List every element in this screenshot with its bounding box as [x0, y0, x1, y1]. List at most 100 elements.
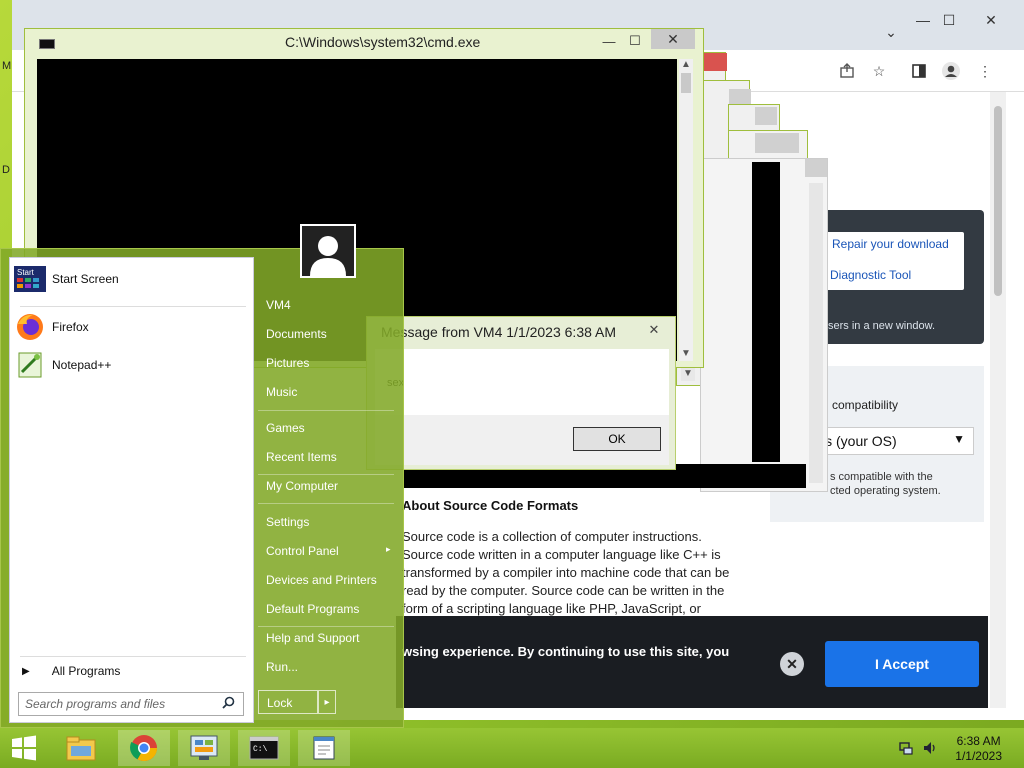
submenu-arrow-icon: ▸: [386, 544, 391, 554]
message-body: sex: [375, 349, 669, 415]
start-right-separator: [258, 503, 394, 504]
start-right-devices-printers[interactable]: Devices and Printers: [266, 573, 377, 587]
dropdown-arrow-icon: ▼: [953, 432, 965, 446]
cmd-minimize-button[interactable]: —: [597, 31, 621, 51]
start-right-run[interactable]: Run...: [266, 660, 298, 674]
svg-text:C:\: C:\: [253, 745, 268, 754]
cmd-maximize-button[interactable]: ☐: [623, 31, 647, 51]
cookie-close-button[interactable]: ✕: [780, 652, 804, 676]
start-item-label: Firefox: [52, 320, 89, 334]
article-heading: About Source Code Formats: [402, 498, 579, 513]
message-dialog-title: Message from VM4 1/1/2023 6:38 AM: [381, 324, 617, 340]
cmd-scrollbar[interactable]: ▲ ▼: [679, 59, 693, 361]
all-programs-button[interactable]: ▶ All Programs: [22, 664, 120, 678]
start-menu-left-pane: Start Start Screen Firefox Notepad++ ▶ A…: [9, 257, 254, 723]
cmd-scroll-thumb[interactable]: [681, 73, 691, 93]
tab-dropdown-icon[interactable]: ⌄: [876, 20, 906, 44]
message-close-button[interactable]: ✕: [641, 321, 667, 339]
start-right-separator: [258, 474, 394, 475]
start-search-input[interactable]: Search programs and files: [18, 692, 244, 716]
notepad-plus-plus-icon: [14, 349, 46, 381]
desktop-icon-label-d: D: [2, 164, 10, 176]
start-item-notepad-plus-plus[interactable]: Notepad++: [14, 348, 250, 382]
scroll-up-icon[interactable]: ▲: [681, 59, 691, 70]
ok-button[interactable]: OK: [573, 427, 661, 451]
start-separator: [20, 306, 246, 307]
firefox-icon: [14, 311, 46, 343]
star-icon[interactable]: ☆: [868, 60, 890, 82]
search-icon[interactable]: [222, 696, 235, 712]
file-explorer-icon[interactable]: [60, 730, 102, 766]
start-right-separator: [258, 410, 394, 411]
lock-button[interactable]: Lock: [258, 690, 318, 714]
cmd-taskbar-icon[interactable]: C:\: [238, 730, 290, 766]
profile-icon[interactable]: [940, 60, 962, 82]
compat-note: s compatible with the cted operating sys…: [830, 470, 941, 498]
lock-options-arrow[interactable]: ▸: [318, 690, 336, 714]
start-right-vm4[interactable]: VM4: [266, 298, 291, 312]
cmd-icon: [39, 39, 55, 49]
cmd-stack-close-strip[interactable]: [701, 53, 727, 71]
scroll-down-icon[interactable]: ▼: [683, 368, 693, 379]
message-footer: OK: [375, 415, 669, 465]
compat-note-line-1: s compatible with the: [830, 471, 933, 483]
cmd-stack-4-close[interactable]: [755, 133, 799, 153]
page-scroll-thumb[interactable]: [994, 106, 1002, 296]
windows-start-button[interactable]: [6, 730, 42, 766]
desktop-icon-label-m: M: [2, 60, 12, 72]
start-item-label: Notepad++: [52, 358, 112, 372]
volume-icon[interactable]: [922, 740, 938, 759]
start-right-music[interactable]: Music: [266, 385, 297, 399]
taskbar: C:\ 6:38 AM 1/1/2023: [0, 728, 1024, 768]
share-icon[interactable]: [836, 60, 858, 82]
os-select[interactable]: ws (your OS) ▼: [806, 427, 974, 455]
start-item-label: Start Screen: [52, 272, 119, 286]
start-right-pictures[interactable]: Pictures: [266, 356, 309, 370]
start-item-start-screen[interactable]: Start Start Screen: [14, 262, 250, 296]
network-icon[interactable]: [898, 740, 914, 759]
scroll-down-icon[interactable]: ▼: [681, 348, 691, 359]
sidepanel-icon[interactable]: [908, 60, 930, 82]
control-panel-icon[interactable]: [178, 730, 230, 766]
cmd-stack-black-column: [752, 162, 780, 462]
compat-note-line-2: cted operating system.: [830, 485, 941, 497]
all-programs-arrow-icon: ▶: [22, 665, 30, 677]
repair-download-link[interactable]: Repair your download: [832, 237, 949, 251]
browser-close-button[interactable]: ✕: [976, 8, 1006, 32]
system-clock[interactable]: 6:38 AM 1/1/2023: [955, 734, 1002, 764]
clock-time: 6:38 AM: [956, 734, 1001, 748]
cmd-stack-5-scrollbar[interactable]: [809, 183, 823, 483]
start-right-settings[interactable]: Settings: [266, 515, 309, 529]
article-body: Source code is a collection of computer …: [402, 529, 730, 616]
start-menu: Start Start Screen Firefox Notepad++ ▶ A…: [0, 248, 404, 728]
all-programs-label: All Programs: [51, 664, 121, 678]
page-scrollbar[interactable]: [990, 92, 1006, 708]
compat-title: compatibility: [832, 398, 899, 412]
cmd-stack-3-button[interactable]: [755, 107, 777, 125]
notepad-taskbar-icon[interactable]: [298, 730, 350, 766]
start-item-firefox[interactable]: Firefox: [14, 310, 250, 344]
chrome-icon[interactable]: [118, 730, 170, 766]
start-right-help-support[interactable]: Help and Support: [266, 631, 359, 645]
menu-icon[interactable]: ⋮: [974, 60, 996, 82]
user-avatar[interactable]: [300, 224, 356, 278]
start-right-my-computer[interactable]: My Computer: [266, 479, 338, 493]
start-screen-icon: Start: [14, 263, 46, 295]
accept-cookies-button[interactable]: I Accept: [825, 641, 979, 687]
message-dialog[interactable]: Message from VM4 1/1/2023 6:38 AM ✕ sex …: [366, 316, 676, 470]
clock-date: 1/1/2023: [955, 749, 1002, 763]
diagnostic-tool-link[interactable]: Diagnostic Tool: [830, 268, 911, 282]
start-right-recent-items[interactable]: Recent Items: [266, 450, 337, 464]
cmd-close-button[interactable]: ✕: [651, 29, 695, 49]
start-right-documents[interactable]: Documents: [266, 327, 327, 341]
cmd-stack-5-button[interactable]: [805, 159, 827, 177]
start-right-control-panel[interactable]: Control Panel: [266, 544, 339, 558]
browser-maximize-button[interactable]: ☐: [934, 8, 964, 32]
download-panel-note: sers in a new window.: [828, 320, 935, 332]
start-right-separator: [258, 626, 394, 627]
windows-logo-icon: [12, 735, 36, 761]
cookie-text: wsing experience. By continuing to use t…: [402, 644, 730, 659]
start-right-default-programs[interactable]: Default Programs: [266, 602, 359, 616]
start-separator: [20, 656, 246, 657]
start-right-games[interactable]: Games: [266, 421, 305, 435]
